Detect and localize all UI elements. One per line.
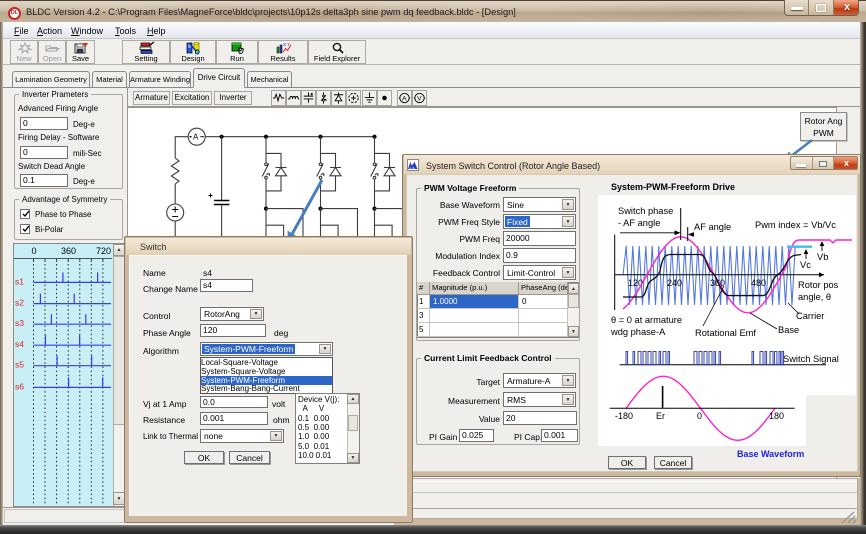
svg-text:s6: s6 [15, 381, 24, 391]
svg-text:s5: s5 [15, 360, 24, 370]
svg-text:240: 240 [667, 278, 682, 288]
svg-text:X.Y: X.Y [283, 42, 290, 47]
svg-text:720: 720 [96, 246, 111, 256]
svg-text:V: V [417, 95, 422, 102]
svg-text:s4: s4 [15, 339, 24, 349]
svg-text:0: 0 [32, 246, 37, 256]
svg-text:480: 480 [751, 278, 766, 288]
svg-text:s1: s1 [15, 276, 24, 286]
svg-text:s3: s3 [15, 318, 24, 328]
svg-text:180: 180 [769, 411, 784, 421]
svg-text:360: 360 [61, 246, 76, 256]
svg-text:A: A [402, 95, 407, 102]
svg-text:0: 0 [697, 411, 702, 421]
svg-text:Er: Er [656, 411, 665, 421]
svg-text:-180: -180 [615, 411, 633, 421]
svg-text:A: A [193, 133, 199, 142]
svg-text:s2: s2 [15, 298, 24, 308]
